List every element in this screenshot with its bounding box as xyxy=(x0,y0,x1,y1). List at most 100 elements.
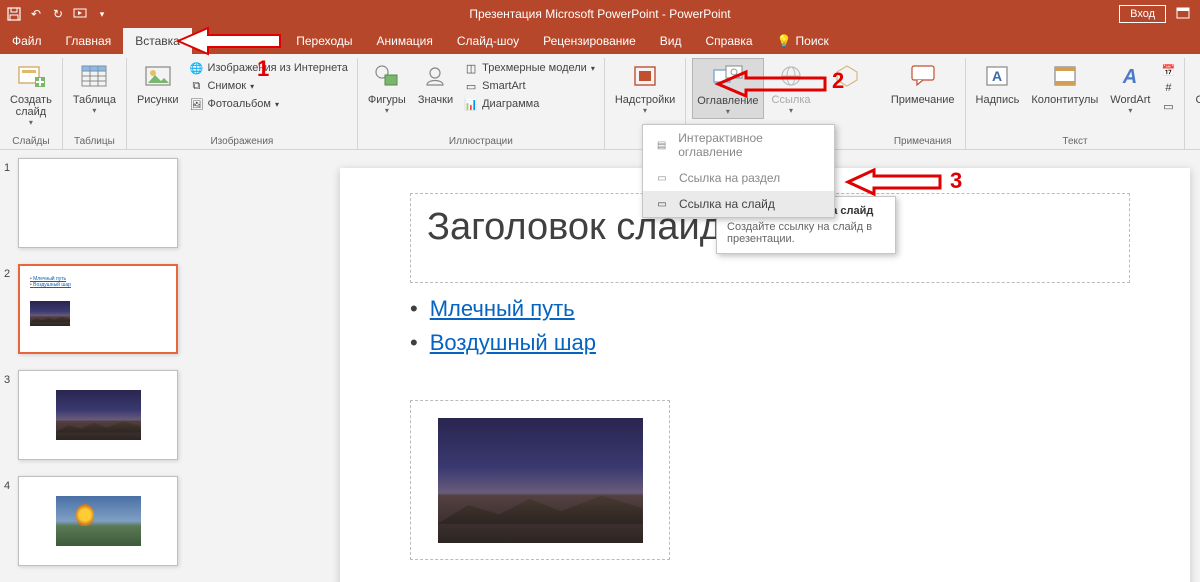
comment-icon xyxy=(907,60,939,92)
thumbnail-4[interactable]: 4 xyxy=(4,476,202,566)
slidenum-icon: # xyxy=(1161,81,1175,95)
online-pictures-icon: 🌐 xyxy=(189,61,203,75)
signin-button[interactable]: Вход xyxy=(1119,5,1166,23)
icons-label: Значки xyxy=(418,94,453,106)
symbols-label: Символы xyxy=(1195,94,1200,106)
headerfooter-button[interactable]: Колонтитулы xyxy=(1027,58,1102,108)
menu-item-interactive-toc[interactable]: ▤ Интерактивное оглавление xyxy=(643,125,834,165)
slide-image-placeholder[interactable] xyxy=(410,400,670,560)
group-symbols: Ω Символы ▾ xyxy=(1185,58,1200,149)
thumb-number: 1 xyxy=(4,162,10,174)
list-item[interactable]: Млечный путь xyxy=(410,292,596,326)
tab-view[interactable]: Вид xyxy=(648,28,694,54)
group-images: Рисунки 🌐Изображения из Интернета ⧉Снимо… xyxy=(127,58,358,149)
thumb-number: 4 xyxy=(4,480,10,492)
tab-search[interactable]: 💡 Поиск xyxy=(765,28,841,54)
slideshow-start-icon[interactable] xyxy=(72,6,88,22)
tooltip-description: Создайте ссылку на слайд в презентации. xyxy=(727,221,885,245)
addins-icon xyxy=(629,60,661,92)
save-icon[interactable] xyxy=(6,6,22,22)
dropdown-caret-icon: ▾ xyxy=(29,118,33,127)
dropdown-caret-icon: ▾ xyxy=(1128,106,1132,115)
wordart-button[interactable]: A WordArt ▾ xyxy=(1106,58,1154,117)
photoalbum-button[interactable]: 🖼Фотоальбом▾ xyxy=(186,96,350,112)
date-icon: 📅 xyxy=(1161,63,1175,77)
wordart-icon: A xyxy=(1114,60,1146,92)
thumbnail-3[interactable]: 3 xyxy=(4,370,202,460)
smartart-icon: ▭ xyxy=(464,79,478,93)
toc-dropdown-menu: ▤ Интерактивное оглавление ▭ Ссылка на р… xyxy=(642,124,835,218)
smartart-button[interactable]: ▭SmartArt xyxy=(461,78,598,94)
shapes-label: Фигуры xyxy=(368,94,406,106)
hyperlink-2[interactable]: Воздушный шар xyxy=(430,330,596,355)
thumb-image-preview xyxy=(30,301,70,326)
tab-slideshow[interactable]: Слайд-шоу xyxy=(445,28,531,54)
annotation-arrow-3 xyxy=(848,168,943,201)
dropdown-caret-icon: ▾ xyxy=(92,106,96,115)
tab-animation[interactable]: Анимация xyxy=(365,28,445,54)
table-icon xyxy=(78,60,110,92)
annotation-number-3: 3 xyxy=(950,168,962,194)
slide-content-placeholder[interactable]: Млечный путь Воздушный шар xyxy=(410,292,596,360)
tab-home[interactable]: Главная xyxy=(54,28,124,54)
thumbnail-1[interactable]: 1 xyxy=(4,158,202,248)
photoalbum-icon: 🖼 xyxy=(189,97,203,111)
shapes-button[interactable]: Фигуры ▾ xyxy=(364,58,410,117)
redo-icon[interactable]: ↻ xyxy=(50,6,66,22)
lightbulb-icon: 💡 xyxy=(777,34,792,48)
group-text: A Надпись Колонтитулы A WordArt ▾ 📅 # ▭ … xyxy=(966,58,1186,149)
group-comments: Примечание Примечания xyxy=(881,58,966,149)
ribbon-display-icon[interactable] xyxy=(1176,7,1190,22)
menu-item-slide-link[interactable]: ▭ Ссылка на слайд xyxy=(643,191,834,217)
menu-item-section-link[interactable]: ▭ Ссылка на раздел xyxy=(643,165,834,191)
group-text-label: Текст xyxy=(1062,136,1087,149)
symbols-button[interactable]: Ω Символы ▾ xyxy=(1191,58,1200,117)
tab-help[interactable]: Справка xyxy=(693,28,764,54)
pictures-icon xyxy=(142,60,174,92)
undo-icon[interactable]: ↶ xyxy=(28,6,44,22)
dropdown-caret-icon: ▾ xyxy=(643,106,647,115)
icons-button[interactable]: Значки xyxy=(414,58,457,108)
group-slides: Создать слайд ▾ Слайды xyxy=(0,58,63,149)
headerfooter-label: Колонтитулы xyxy=(1031,94,1098,106)
tab-transitions[interactable]: Переходы xyxy=(284,28,364,54)
slide-link-icon: ▭ xyxy=(653,197,671,211)
annotation-number-1: 1 xyxy=(257,56,269,82)
slide-thumbnails-panel[interactable]: 1 2 Млечный путьВоздушный шар 3 4 xyxy=(0,150,210,582)
comment-button[interactable]: Примечание xyxy=(887,58,959,108)
ribbon: Создать слайд ▾ Слайды Таблица ▾ Таблицы… xyxy=(0,54,1200,150)
shapes-icon xyxy=(371,60,403,92)
group-tables-label: Таблицы xyxy=(74,136,115,149)
models3d-button[interactable]: ◫Трехмерные модели ▾ xyxy=(461,60,598,76)
chart-button[interactable]: 📊Диаграмма xyxy=(461,96,598,112)
pictures-button[interactable]: Рисунки xyxy=(133,58,183,108)
annotation-number-2: 2 xyxy=(832,68,844,94)
addins-button[interactable]: Надстройки ▾ xyxy=(611,58,679,117)
group-slides-label: Слайды xyxy=(12,136,49,149)
comment-label: Примечание xyxy=(891,94,955,106)
slidenum-button[interactable]: # xyxy=(1158,80,1178,96)
chart-icon: 📊 xyxy=(464,97,478,111)
table-button[interactable]: Таблица ▾ xyxy=(69,58,120,117)
textbox-icon: A xyxy=(981,60,1013,92)
pictures-label: Рисунки xyxy=(137,94,179,106)
table-label: Таблица xyxy=(73,94,116,106)
tab-review[interactable]: Рецензирование xyxy=(531,28,648,54)
list-item[interactable]: Воздушный шар xyxy=(410,326,596,360)
group-tables: Таблица ▾ Таблицы xyxy=(63,58,127,149)
tab-file[interactable]: Файл xyxy=(0,28,54,54)
thumbnail-2[interactable]: 2 Млечный путьВоздушный шар xyxy=(4,264,202,354)
thumb-image-preview xyxy=(56,390,141,440)
hyperlink-1[interactable]: Млечный путь xyxy=(430,296,575,321)
thumb-image-preview xyxy=(56,496,141,546)
dropdown-caret-icon: ▾ xyxy=(726,107,730,116)
new-slide-label: Создать слайд xyxy=(10,94,52,118)
date-button[interactable]: 📅 xyxy=(1158,62,1178,78)
search-label: Поиск xyxy=(796,34,829,48)
new-slide-button[interactable]: Создать слайд ▾ xyxy=(6,58,56,129)
textbox-button[interactable]: A Надпись xyxy=(972,58,1024,108)
qat-customize-icon[interactable]: ▾ xyxy=(94,6,110,22)
dropdown-caret-icon: ▾ xyxy=(385,106,389,115)
addins-label: Надстройки xyxy=(615,94,675,106)
object-button[interactable]: ▭ xyxy=(1158,98,1178,114)
